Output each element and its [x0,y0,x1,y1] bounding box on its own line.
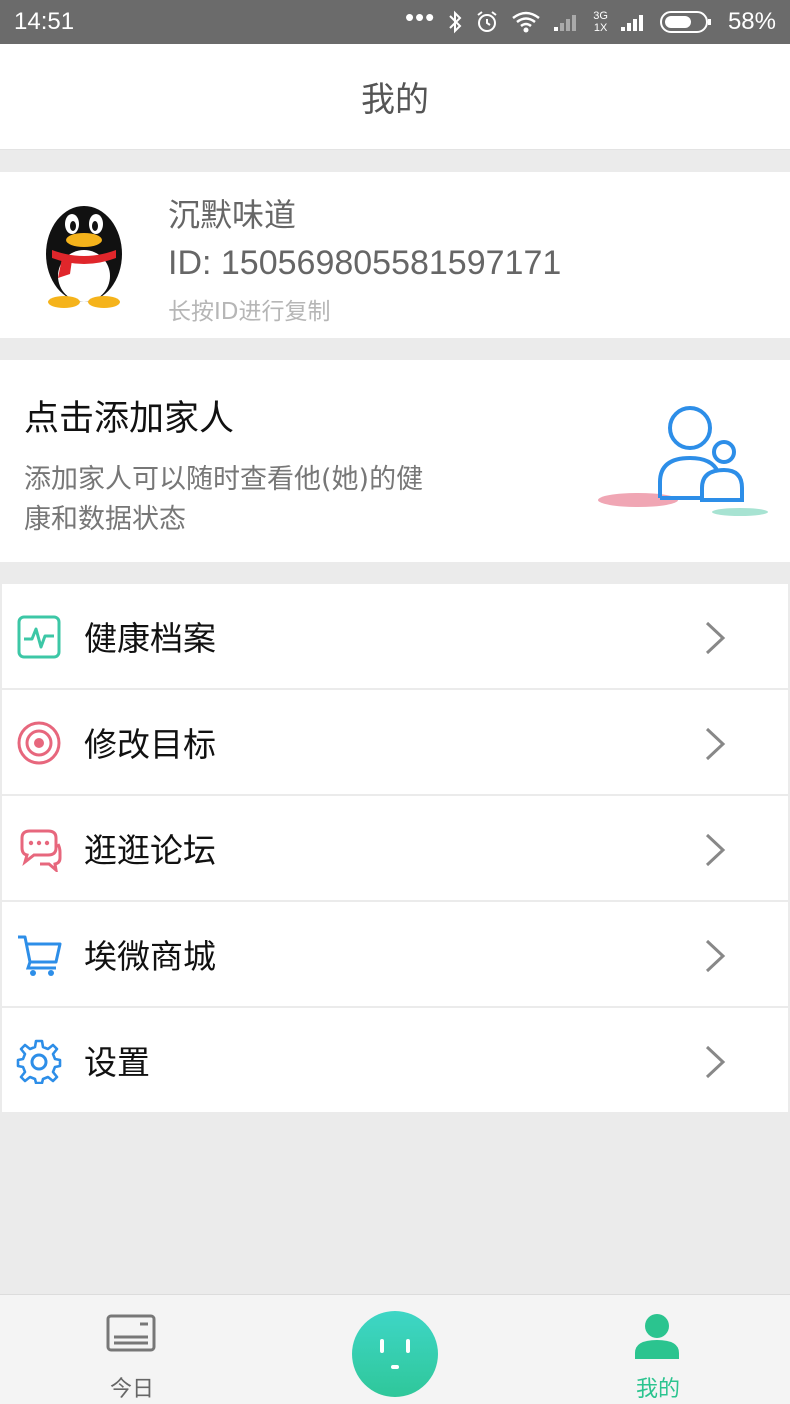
chevron-right-icon [705,1045,726,1079]
menu-label: 逛逛论坛 [84,831,216,870]
add-family-card[interactable]: 点击添加家人 添加家人可以随时查看他(她)的健康和数据状态 [0,360,790,562]
chevron-right-icon [705,727,726,761]
more-dots-icon: ••• [404,1,436,32]
page-header: 我的 [0,44,790,150]
bottom-nav: 今日 我的 [0,1294,790,1404]
menu-label: 健康档案 [84,619,216,658]
page-title: 我的 [361,80,429,120]
menu-label: 埃微商城 [84,937,216,976]
health-record-icon [17,615,61,659]
menu-item-mall[interactable]: 埃微商城 [2,902,788,1006]
profile-id[interactable]: ID: 1505698055815971­71 [168,244,561,283]
device-center-button[interactable] [352,1311,438,1397]
bluetooth-icon [449,10,462,34]
avatar[interactable] [36,196,132,308]
today-icon [106,1314,156,1352]
chat-bubbles-icon [20,829,62,872]
network-type: 3G 1X [593,10,608,34]
menu-item-forum[interactable]: 逛逛论坛 [2,796,788,900]
family-illustration-icon [598,406,768,516]
status-bar: 14:51 ••• 3G 1X 58% [0,0,790,44]
battery-icon [659,11,711,33]
menu-label: 修改目标 [84,725,216,764]
copy-id-hint: 长按ID进行复制 [168,299,331,325]
nav-today-label: 今日 [109,1377,154,1402]
menu-item-health-record[interactable]: 健康档案 [2,584,788,688]
menu-label: 设置 [84,1043,150,1082]
add-family-description: 添加家人可以随时查看他(她)的健康和数据状态 [24,464,424,535]
add-family-title: 点击添加家人 [24,399,235,439]
chevron-right-icon [705,939,726,973]
gear-icon [16,1039,62,1084]
profile-card[interactable]: 沉默味道 ID: 1505698055815971­71 长按ID进行复制 [0,172,790,338]
signal-weak-icon [554,15,577,31]
menu-item-settings[interactable]: 设置 [2,1008,788,1112]
signal-icon [620,15,643,31]
status-time: 14:51 [14,8,75,35]
shopping-cart-icon [18,935,62,976]
profile-name: 沉默味道 [168,196,297,234]
menu-list: 健康档案 修改目标 逛逛论坛 埃微商城 设置 [2,584,788,1114]
alarm-icon [477,11,497,32]
status-icons: ••• 3G 1X 58% [405,2,776,36]
nav-mine[interactable]: 我的 [588,1295,728,1404]
nav-mine-label: 我的 [635,1377,680,1402]
menu-item-modify-goal[interactable]: 修改目标 [2,690,788,794]
chevron-right-icon [705,621,726,655]
person-icon [635,1314,679,1359]
wifi-icon [512,11,541,33]
chevron-right-icon [705,833,726,867]
target-icon [17,721,61,765]
battery-percent: 58% [727,8,776,35]
nav-today[interactable]: 今日 [62,1295,202,1404]
device-face-icon [380,1339,410,1369]
